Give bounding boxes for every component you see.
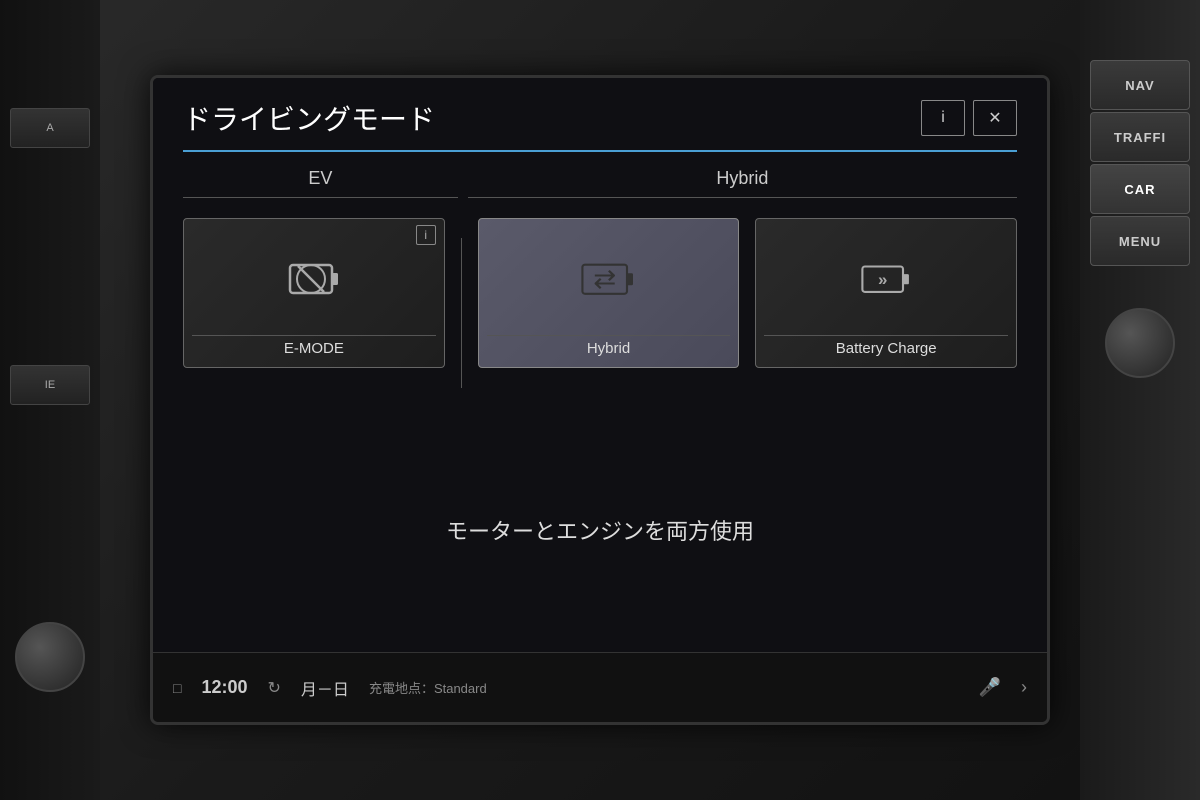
status-time: 12:00: [201, 677, 247, 698]
left-control-area: A IE: [0, 0, 100, 800]
modal-title: ドライビングモード: [183, 98, 435, 138]
right-knob[interactable]: [1105, 308, 1175, 378]
status-bar: □ 12:00 ↻ 月－日 充電地点：Standard 🎤 ›: [153, 652, 1047, 722]
hybrid-label: Hybrid: [487, 335, 731, 357]
category-ev-label: EV: [183, 168, 458, 198]
square-icon: □: [173, 680, 181, 696]
right-buttons-area: NAV TRAFFI CAR MENU: [1080, 0, 1200, 800]
emode-info-badge[interactable]: i: [416, 225, 436, 245]
main-screen: ドライビングモード i ✕ EV Hybrid: [150, 75, 1050, 725]
battery-charge-icon: »: [859, 231, 914, 335]
left-btn-1[interactable]: IE: [10, 365, 90, 405]
modal-action-buttons: i ✕: [921, 100, 1017, 136]
svg-text:⇄: ⇄: [593, 262, 616, 293]
nav-button[interactable]: NAV: [1090, 60, 1190, 110]
mic-icon[interactable]: 🎤: [979, 677, 1001, 698]
refresh-icon: ↻: [268, 678, 281, 698]
close-button[interactable]: ✕: [973, 100, 1017, 136]
svg-text:»: »: [878, 270, 887, 289]
description-area: モーターとエンジンを両方使用: [153, 408, 1047, 652]
forward-arrow[interactable]: ›: [1021, 677, 1027, 698]
car-unit: A IE ドライビングモード i ✕: [0, 0, 1200, 800]
hybrid-button[interactable]: ⇄ Hybrid: [478, 218, 740, 368]
left-btn-0[interactable]: A: [10, 108, 90, 148]
emode-button[interactable]: i E-MODE: [183, 218, 445, 368]
info-button[interactable]: i: [921, 100, 965, 136]
emode-icon: [284, 231, 344, 335]
traffic-button[interactable]: TRAFFI: [1090, 112, 1190, 162]
battery-charge-label: Battery Charge: [764, 335, 1008, 357]
modal-header: ドライビングモード i ✕: [153, 78, 1047, 138]
car-button[interactable]: CAR: [1090, 164, 1190, 214]
status-date: 月－日: [301, 676, 349, 700]
mode-separator: [461, 238, 462, 388]
status-charge: 充電地点：Standard: [369, 678, 487, 697]
battery-charge-button[interactable]: » Battery Charge: [755, 218, 1017, 368]
mode-buttons-row: i E-MODE: [153, 198, 1047, 408]
mode-description: モーターとエンジンを両方使用: [446, 514, 754, 546]
header-divider: [183, 150, 1017, 152]
left-knob[interactable]: [15, 622, 85, 692]
screen-content: ドライビングモード i ✕ EV Hybrid: [153, 78, 1047, 652]
hybrid-icon: ⇄: [579, 231, 639, 335]
emode-label: E-MODE: [192, 335, 436, 357]
category-hybrid-label: Hybrid: [468, 168, 1017, 198]
driving-mode-modal: ドライビングモード i ✕ EV Hybrid: [153, 78, 1047, 652]
category-header: EV Hybrid: [153, 168, 1047, 198]
menu-button[interactable]: MENU: [1090, 216, 1190, 266]
